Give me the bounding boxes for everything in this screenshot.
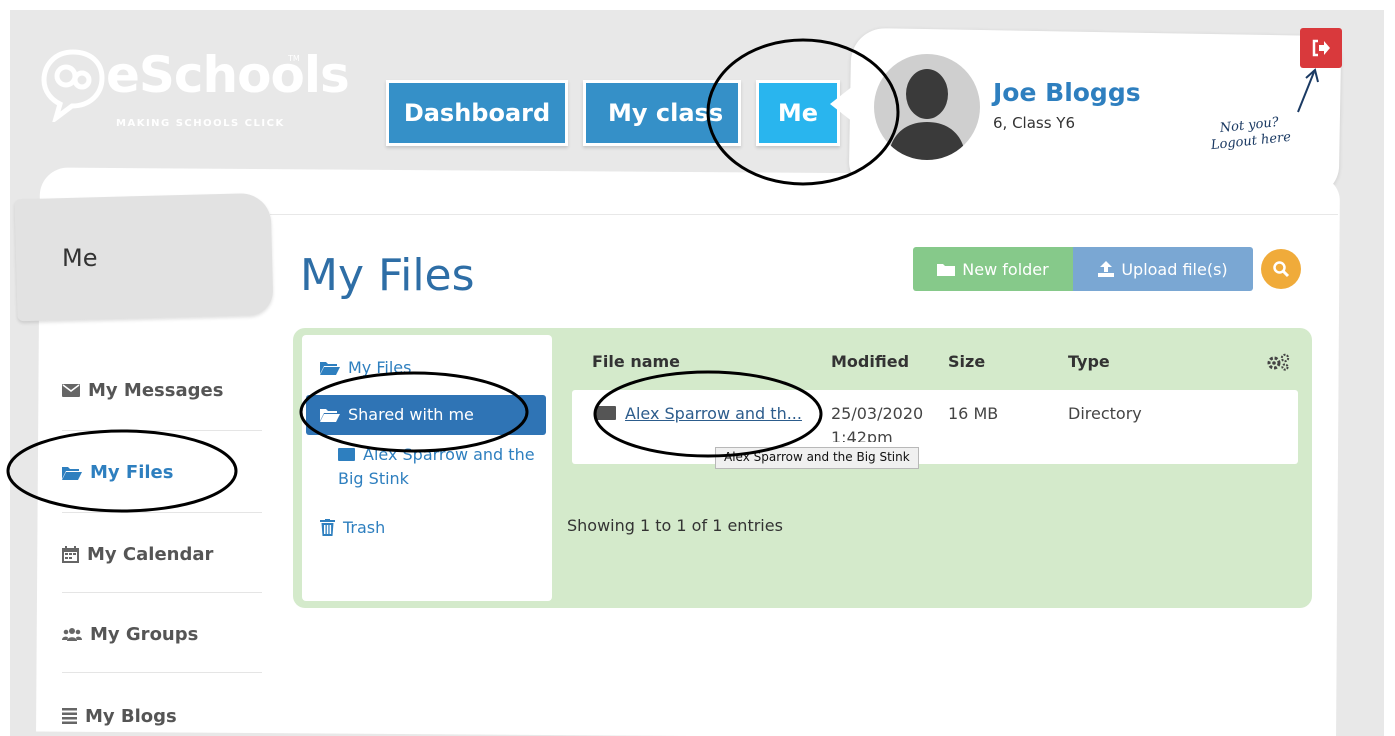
user-silhouette-icon — [888, 69, 966, 160]
column-header-name[interactable]: File name — [592, 352, 680, 371]
tree-item-label: My Files — [348, 358, 412, 377]
table-info: Showing 1 to 1 of 1 entries — [567, 516, 783, 535]
sidebar-item-files[interactable]: My Files — [62, 452, 173, 492]
folder-open-icon — [320, 361, 340, 375]
new-folder-button[interactable]: New folder — [913, 247, 1073, 291]
sidebar-divider — [62, 672, 262, 673]
sidebar-divider — [62, 592, 262, 593]
search-icon — [1273, 261, 1290, 278]
upload-files-button[interactable]: Upload file(s) — [1073, 247, 1253, 291]
calendar-icon — [62, 545, 79, 563]
file-modified-date: 25/03/2020 — [831, 404, 924, 423]
file-name-tooltip: Alex Sparrow and the Big Stink — [715, 447, 919, 469]
sidebar-item-messages[interactable]: My Messages — [62, 370, 223, 410]
logo-mark-icon — [41, 49, 105, 122]
column-header-type[interactable]: Type — [1068, 352, 1110, 371]
trash-icon — [320, 519, 335, 536]
sidebar-divider — [62, 512, 262, 513]
sidebar-item-label: My Blogs — [85, 705, 177, 727]
nav-my-class-button[interactable]: My class — [583, 80, 741, 146]
upload-icon — [1098, 261, 1115, 277]
sidebar-item-label: My Calendar — [87, 543, 214, 565]
column-header-modified[interactable]: Modified — [831, 352, 909, 371]
nav-dashboard-button[interactable]: Dashboard — [386, 80, 568, 146]
logout-button[interactable] — [1300, 28, 1342, 68]
envelope-icon — [62, 383, 80, 397]
logo-tagline: MAKING SCHOOLS CLICK — [116, 118, 285, 129]
section-tab-label: Me — [62, 244, 98, 272]
logo-wordmark: eSchools — [106, 46, 350, 104]
file-type: Directory — [1068, 404, 1142, 423]
upload-label: Upload file(s) — [1121, 259, 1228, 279]
sidebar-item-calendar[interactable]: My Calendar — [62, 534, 213, 574]
sidebar-item-groups[interactable]: My Groups — [62, 614, 198, 654]
tree-item-my-files[interactable]: My Files — [320, 358, 411, 377]
file-modified-time: 1:42pm — [831, 428, 893, 442]
page-title: My Files — [300, 250, 475, 301]
tree-item-label: Trash — [343, 518, 386, 537]
search-button[interactable] — [1261, 249, 1301, 289]
folder-icon — [596, 406, 616, 420]
sign-out-icon — [1312, 39, 1330, 57]
sidebar-item-label: My Groups — [90, 623, 199, 645]
tree-item-label: Shared with me — [348, 405, 474, 424]
profile-class: 6, Class Y6 — [993, 114, 1076, 132]
sidebar-item-blogs[interactable]: My Blogs — [62, 696, 177, 736]
users-icon — [62, 628, 82, 641]
folder-icon — [937, 263, 956, 276]
scrollbar-gutter — [1384, 0, 1395, 736]
sidebar-divider — [62, 430, 262, 431]
sidebar-item-label: My Files — [90, 461, 174, 483]
new-folder-label: New folder — [962, 259, 1049, 279]
tree-item-shared-with-me[interactable]: Shared with me — [320, 405, 474, 424]
sidebar-item-label: My Messages — [88, 379, 224, 401]
list-icon — [62, 708, 77, 724]
folder-open-icon — [62, 466, 82, 480]
file-name-link[interactable]: Alex Sparrow and th... — [625, 404, 802, 423]
column-header-size[interactable]: Size — [948, 352, 985, 371]
table-row[interactable] — [572, 390, 1298, 464]
nav-me-button[interactable]: Me — [756, 80, 840, 146]
section-tab — [14, 192, 274, 322]
file-size: 16 MB — [948, 404, 999, 423]
avatar[interactable] — [874, 54, 980, 160]
divider — [270, 214, 1338, 215]
tree-item-alex-sparrow[interactable]: Alex Sparrow and the Big Stink — [338, 443, 538, 491]
logo-trademark: TM — [288, 54, 300, 63]
profile-pointer — [830, 82, 858, 126]
settings-gears-icon[interactable] — [1266, 353, 1290, 371]
nav-my-class-label: My class — [608, 99, 724, 127]
tree-item-trash[interactable]: Trash — [320, 518, 385, 537]
tree-item-label: Alex Sparrow and the Big Stink — [338, 445, 535, 488]
folder-icon — [338, 448, 355, 461]
profile-name[interactable]: Joe Bloggs — [993, 78, 1141, 107]
folder-open-icon — [320, 408, 340, 422]
